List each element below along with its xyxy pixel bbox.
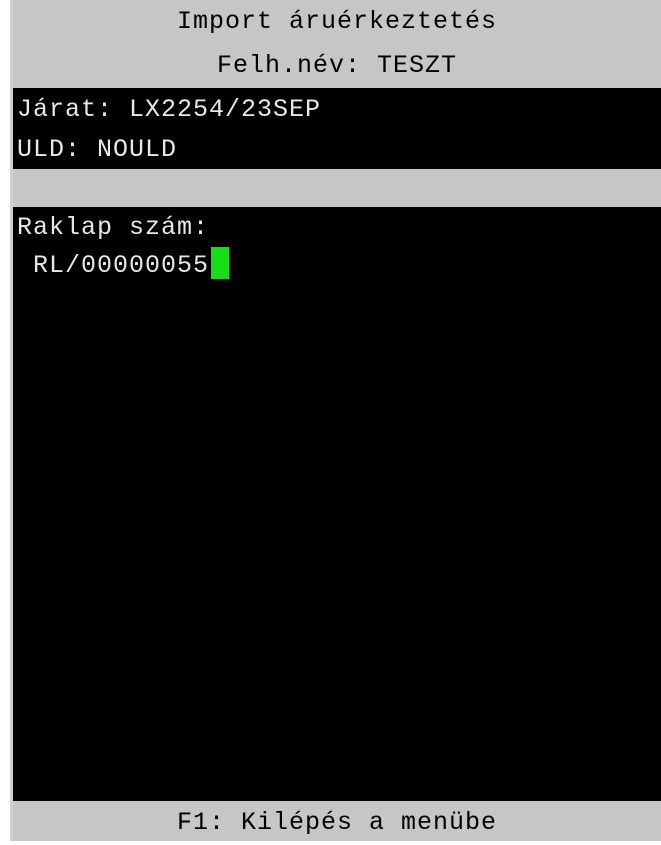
flight-line: Járat: LX2254/23SEP (17, 95, 322, 124)
uld-line: ULD: NOULD (17, 135, 178, 164)
screen-title: Import áruérkeztetés (176, 7, 498, 36)
pallet-label: Raklap szám: (17, 213, 210, 242)
user-name-line: Felh.név: TESZT (216, 51, 458, 80)
header-bar: Import áruérkeztetés Felh.név: TESZT (13, 0, 661, 88)
pallet-number-value: RL/00000055 (33, 251, 210, 280)
pallet-number-field[interactable]: RL/00000055 (13, 244, 661, 288)
exit-menu-hint[interactable]: F1: Kilépés a menübe (177, 808, 497, 837)
terminal-screen: Import áruérkeztetés Felh.név: TESZT Jár… (10, 0, 661, 841)
separator-bar (13, 169, 661, 207)
footer-bar: F1: Kilépés a menübe (13, 801, 661, 841)
text-cursor (211, 247, 230, 280)
